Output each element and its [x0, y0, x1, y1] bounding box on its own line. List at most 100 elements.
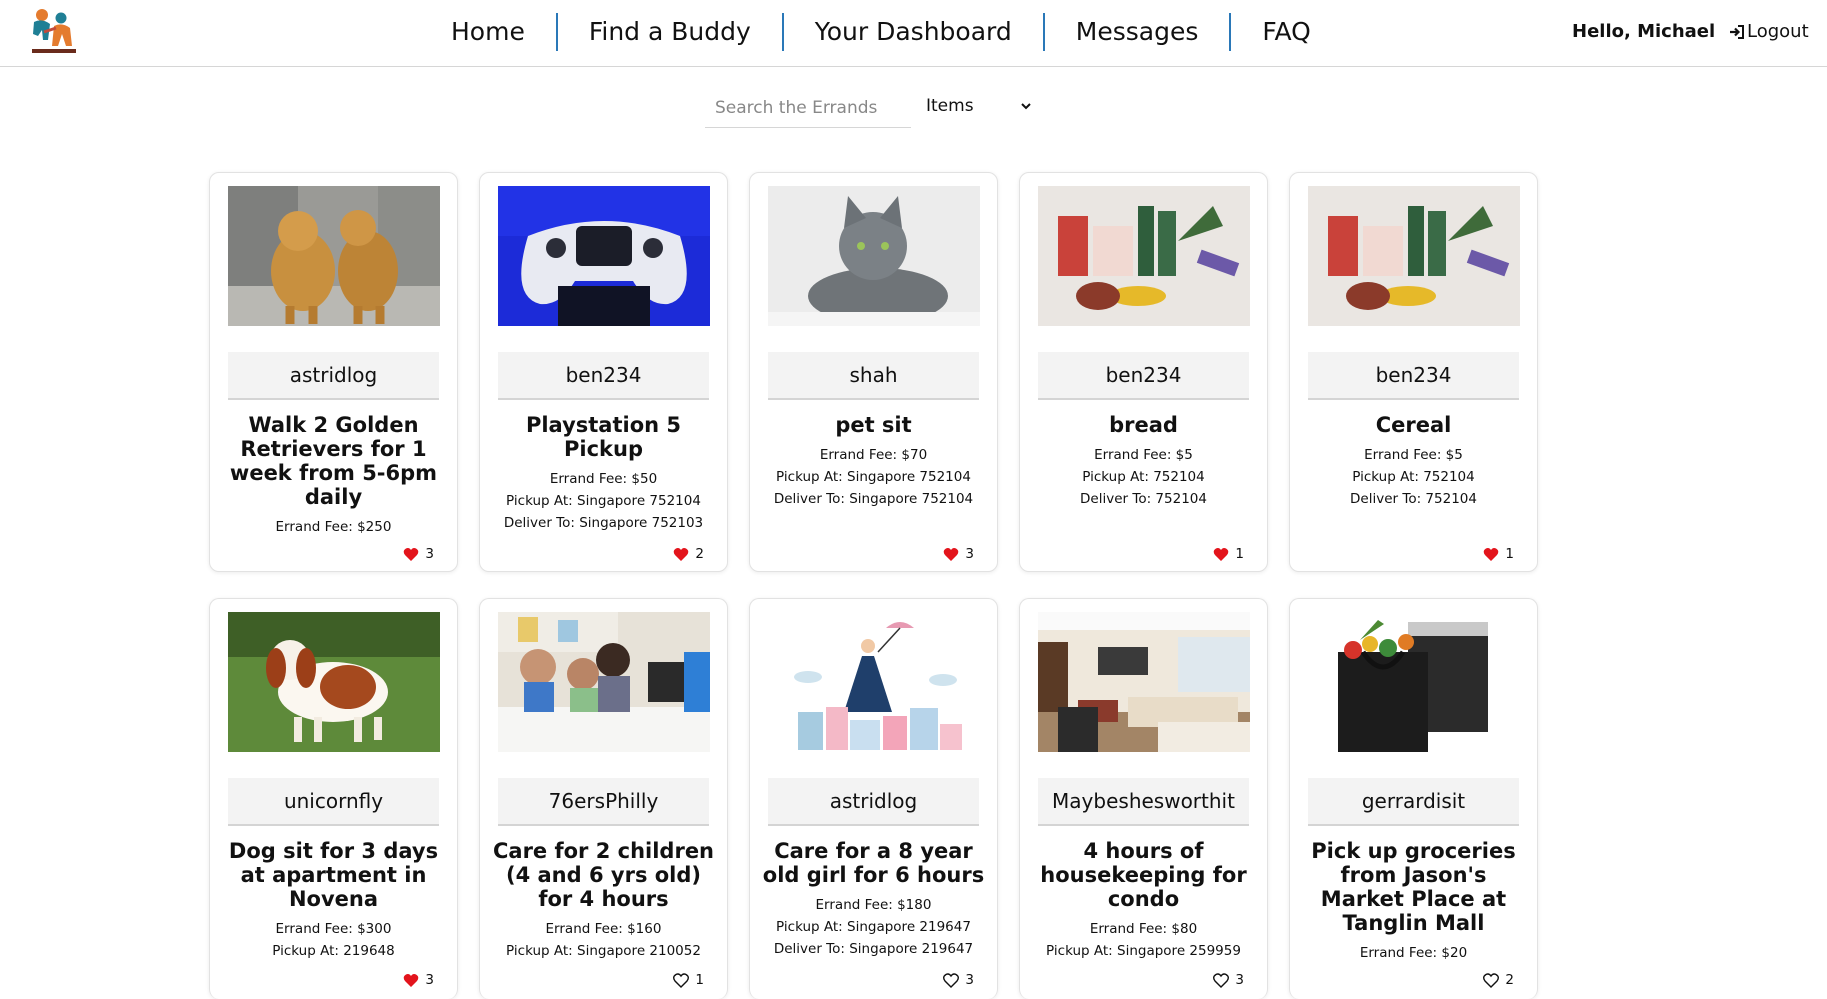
errand-details: Errand Fee: $50 Pickup At: Singapore 752…	[490, 468, 717, 534]
like-count: 1	[1235, 546, 1244, 562]
like-button[interactable]: 2	[1483, 972, 1514, 988]
errand-deliver: Deliver To: 752104	[1350, 491, 1477, 507]
errand-card[interactable]: gerrardisit Pick up groceries from Jason…	[1289, 598, 1538, 999]
errand-image-living-room[interactable]	[1038, 612, 1250, 752]
errand-card[interactable]: ben234 Playstation 5 Pickup Errand Fee: …	[479, 172, 728, 572]
like-button[interactable]: 1	[673, 972, 704, 988]
category-select[interactable]: Items	[918, 88, 1040, 124]
like-count: 2	[695, 546, 704, 562]
errand-card[interactable]: 76ersPhilly Care for 2 children (4 and 6…	[479, 598, 728, 999]
errand-deliver: Deliver To: 752104	[1080, 491, 1207, 507]
like-button[interactable]: 2	[673, 546, 704, 562]
errand-username[interactable]: shah	[768, 352, 979, 400]
nav-faq[interactable]: FAQ	[1231, 13, 1341, 51]
main-nav: Home Find a Buddy Your Dashboard Message…	[420, 0, 1342, 64]
errand-card[interactable]: astridlog Care for a 8 year old girl for…	[749, 598, 998, 999]
errand-username[interactable]: astridlog	[768, 778, 979, 826]
errand-title-text: Care for a 8 year old girl for 6 hours	[762, 839, 985, 887]
like-button[interactable]: 1	[1213, 546, 1244, 562]
nav-find-a-buddy[interactable]: Find a Buddy	[558, 13, 782, 51]
errand-username[interactable]: astridlog	[228, 352, 439, 400]
errand-pickup: Pickup At: Singapore 259959	[1046, 943, 1241, 959]
errand-details: Errand Fee: $70 Pickup At: Singapore 752…	[760, 444, 987, 510]
errand-card[interactable]: Maybeshesworthit 4 hours of housekeeping…	[1019, 598, 1268, 999]
errand-username[interactable]: Maybeshesworthit	[1038, 778, 1249, 826]
like-button[interactable]: 3	[403, 546, 434, 562]
errand-title-text: Walk 2 Golden Retrievers for 1 week from…	[229, 413, 438, 509]
like-count: 1	[695, 972, 704, 988]
errand-pickup: Pickup At: 752104	[1352, 469, 1475, 485]
like-count: 3	[425, 546, 434, 562]
logout-icon	[1730, 24, 1744, 39]
errand-username[interactable]: unicornfly	[228, 778, 439, 826]
errand-pickup: Pickup At: 752104	[1082, 469, 1205, 485]
top-navbar: Home Find a Buddy Your Dashboard Message…	[0, 0, 1827, 67]
like-button[interactable]: 1	[1483, 546, 1514, 562]
like-button[interactable]: 3	[403, 972, 434, 988]
errand-title: bread Errand Fee: $5 Pickup At: 752104 D…	[1030, 413, 1257, 510]
errand-title: Cereal Errand Fee: $5 Pickup At: 752104 …	[1300, 413, 1527, 510]
errand-fee: Errand Fee: $160	[545, 921, 662, 937]
errand-pickup: Pickup At: Singapore 752104	[776, 469, 971, 485]
errand-image-ps5-controller[interactable]	[498, 186, 710, 326]
heart-outline-icon	[673, 972, 690, 988]
search-errands-input[interactable]	[705, 88, 911, 128]
errand-image-spaniel[interactable]	[228, 612, 440, 752]
errand-fee: Errand Fee: $5	[1364, 447, 1463, 463]
errand-title: Care for a 8 year old girl for 6 hours E…	[760, 839, 987, 960]
like-count: 3	[965, 546, 974, 562]
errand-title-text: Care for 2 children (4 and 6 yrs old) fo…	[492, 839, 715, 911]
errand-card[interactable]: unicornfly Dog sit for 3 days at apartme…	[209, 598, 458, 999]
errand-title-text: Pick up groceries from Jason's Market Pl…	[1311, 839, 1516, 935]
errand-fee: Errand Fee: $70	[819, 447, 928, 463]
errand-image-groceries[interactable]	[1038, 186, 1250, 326]
logout-button[interactable]: Logout	[1729, 21, 1809, 42]
errand-title-text: Playstation 5 Pickup	[525, 413, 682, 461]
like-button[interactable]: 3	[943, 546, 974, 562]
nav-home[interactable]: Home	[420, 13, 556, 51]
heart-filled-icon	[404, 973, 419, 987]
errand-pickup: Pickup At: Singapore 210052	[506, 943, 701, 959]
errand-card[interactable]: ben234 bread Errand Fee: $5 Pickup At: 7…	[1019, 172, 1268, 572]
category-select-value: Items	[926, 96, 974, 116]
errand-title: Walk 2 Golden Retrievers for 1 week from…	[220, 413, 447, 538]
errand-title: Dog sit for 3 days at apartment in Noven…	[220, 839, 447, 962]
errand-deliver: Deliver To: Singapore 752103	[503, 515, 704, 531]
errand-title: Pick up groceries from Jason's Market Pl…	[1300, 839, 1527, 964]
errand-pickup: Pickup At: Singapore 219647	[776, 919, 971, 935]
errand-image-grocery-bags[interactable]	[1308, 612, 1520, 752]
like-count: 3	[965, 972, 974, 988]
errand-image-groceries[interactable]	[1308, 186, 1520, 326]
errand-fee: Errand Fee: $300	[275, 921, 392, 937]
like-button[interactable]: 3	[943, 972, 974, 988]
errand-username[interactable]: 76ersPhilly	[498, 778, 709, 826]
errand-details: Errand Fee: $250	[220, 516, 447, 538]
heart-filled-icon	[404, 547, 419, 561]
errand-image-golden-retrievers[interactable]	[228, 186, 440, 326]
errand-username[interactable]: ben234	[1308, 352, 1519, 400]
errand-details: Errand Fee: $300 Pickup At: 219648	[220, 918, 447, 962]
errand-pickup: Pickup At: 219648	[272, 943, 395, 959]
errand-card[interactable]: astridlog Walk 2 Golden Retrievers for 1…	[209, 172, 458, 572]
errand-fee: Errand Fee: $5	[1094, 447, 1193, 463]
site-logo[interactable]	[28, 6, 80, 58]
like-count: 2	[1505, 972, 1514, 988]
like-button[interactable]: 3	[1213, 972, 1244, 988]
errand-title: Playstation 5 Pickup Errand Fee: $50 Pic…	[490, 413, 717, 534]
errand-username[interactable]: ben234	[1038, 352, 1249, 400]
nav-your-dashboard[interactable]: Your Dashboard	[784, 13, 1043, 51]
errand-username[interactable]: gerrardisit	[1308, 778, 1519, 826]
errand-card[interactable]: ben234 Cereal Errand Fee: $5 Pickup At: …	[1289, 172, 1538, 572]
errand-deliver: Deliver To: Singapore 752104	[773, 491, 974, 507]
errand-details: Errand Fee: $80 Pickup At: Singapore 259…	[1030, 918, 1257, 962]
errand-image-children[interactable]	[498, 612, 710, 752]
errand-fee: Errand Fee: $80	[1089, 921, 1198, 937]
errand-image-grey-cat[interactable]	[768, 186, 980, 326]
errand-image-nanny-umbrella[interactable]	[768, 612, 980, 752]
errand-title-text: Dog sit for 3 days at apartment in Noven…	[228, 839, 439, 911]
errand-username[interactable]: ben234	[498, 352, 709, 400]
errand-details: Errand Fee: $160 Pickup At: Singapore 21…	[490, 918, 717, 962]
like-count: 3	[425, 972, 434, 988]
errand-card[interactable]: shah pet sit Errand Fee: $70 Pickup At: …	[749, 172, 998, 572]
nav-messages[interactable]: Messages	[1045, 13, 1230, 51]
